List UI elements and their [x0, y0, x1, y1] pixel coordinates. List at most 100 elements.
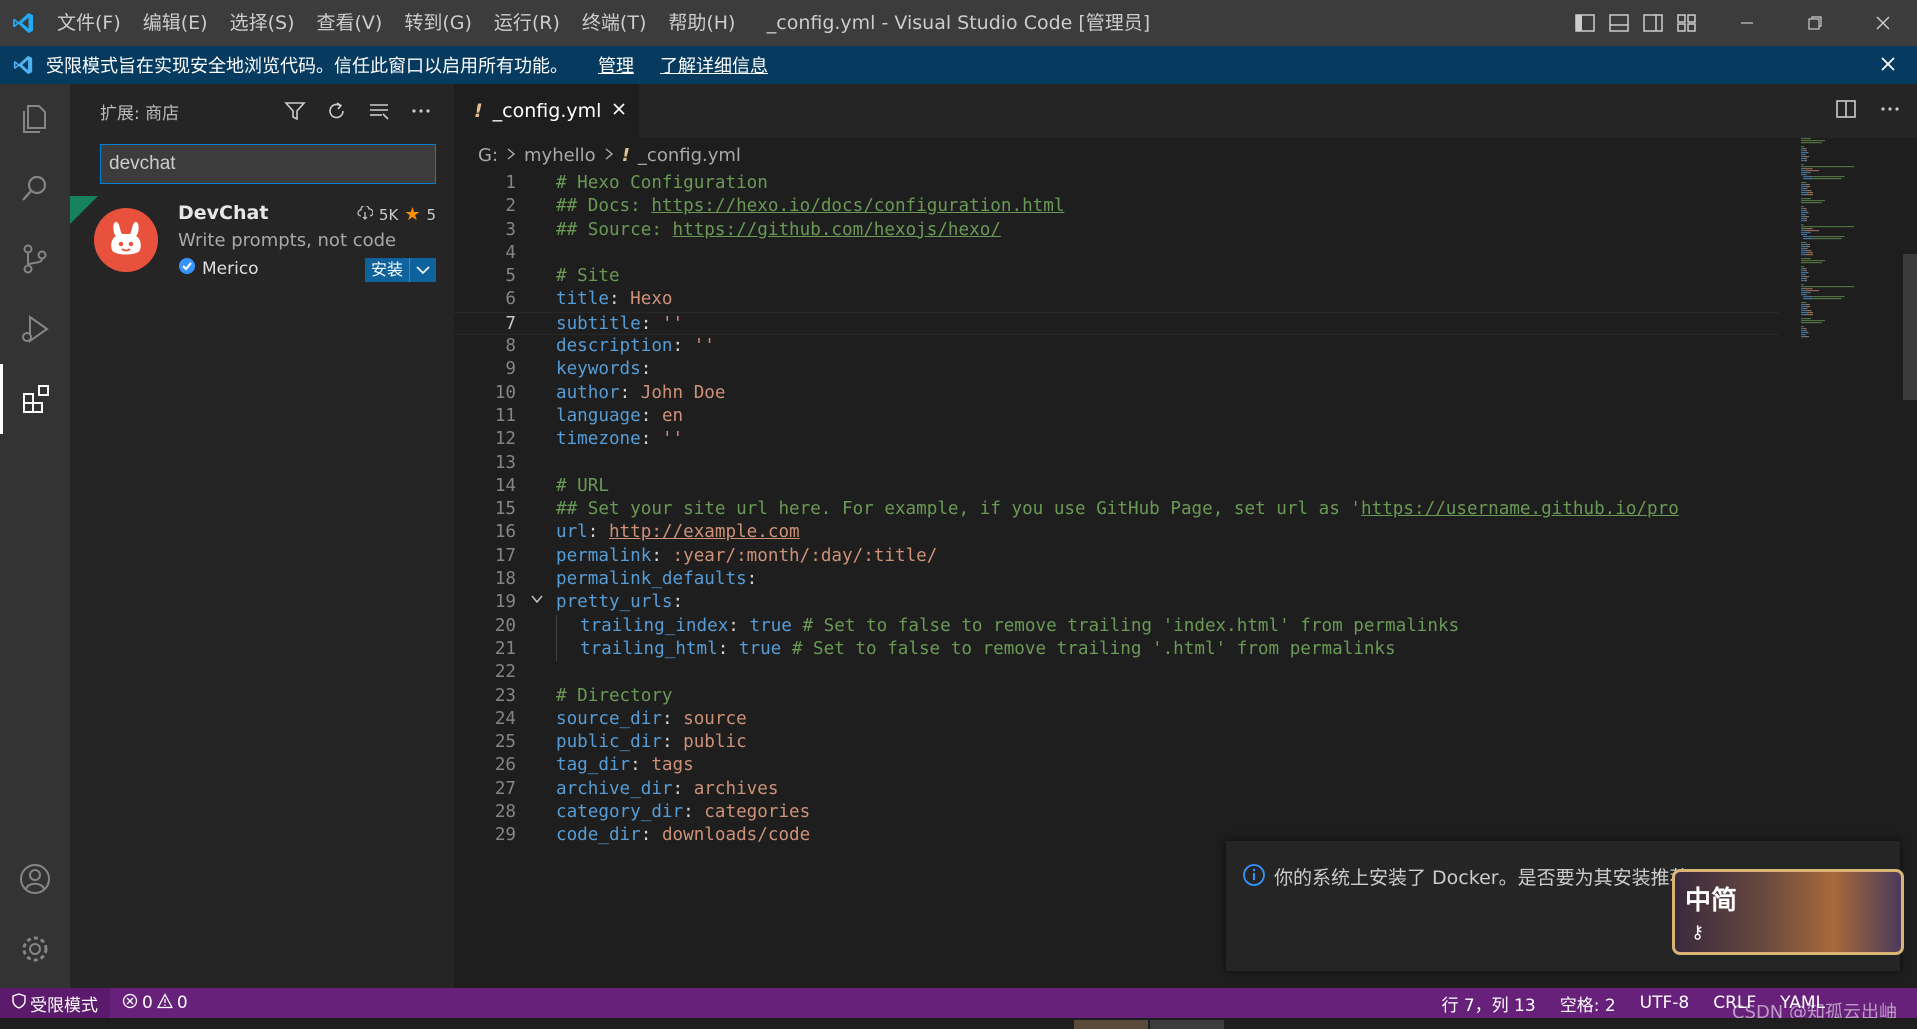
code-line[interactable]: 7 subtitle: '': [454, 311, 1779, 336]
install-label[interactable]: 安装: [365, 258, 410, 282]
settings-gear-icon[interactable]: [0, 914, 70, 984]
accounts-icon[interactable]: [0, 844, 70, 914]
code-token: :: [608, 289, 631, 310]
close-window-icon[interactable]: [1849, 0, 1917, 46]
code-line[interactable]: 1 # Hexo Configuration: [454, 172, 1779, 195]
breadcrumb-file[interactable]: _config.yml: [638, 145, 741, 166]
menu-go[interactable]: 转到(G): [393, 0, 483, 46]
install-dropdown-icon[interactable]: [410, 265, 436, 275]
banner-close-icon[interactable]: [1877, 53, 1899, 80]
code-text: permalink: :year/:month/:day/:title/: [556, 545, 937, 568]
code-line[interactable]: 19 pretty_urls:: [454, 591, 1779, 614]
minimize-icon[interactable]: [1713, 0, 1781, 46]
code-line[interactable]: 20 trailing_index: true # Set to false to…: [454, 614, 1779, 638]
code-line[interactable]: 12 timezone: '': [454, 428, 1779, 451]
minimap-line: [1807, 306, 1810, 308]
code-line[interactable]: 9 keywords:: [454, 358, 1779, 381]
minimap-line: [1805, 230, 1807, 232]
explorer-icon[interactable]: [0, 84, 70, 154]
code-text: trailing_html: true # Set to false to re…: [556, 637, 1396, 662]
run-debug-icon[interactable]: [0, 294, 70, 364]
minimap-line: [1801, 194, 1805, 196]
code-line[interactable]: 11 language: en: [454, 405, 1779, 428]
banner-learn-more-link[interactable]: 了解详细信息: [660, 52, 768, 78]
code-text: code_dir: downloads/code: [556, 824, 810, 847]
code-line[interactable]: 13: [454, 452, 1779, 475]
fold-chevron-icon[interactable]: [530, 591, 544, 614]
filter-icon[interactable]: [282, 98, 308, 124]
code-line[interactable]: 4: [454, 242, 1779, 265]
encoding-status[interactable]: UTF-8: [1628, 988, 1702, 1018]
code-line[interactable]: 15 ## Set your site url here. For example…: [454, 498, 1779, 521]
tab-config-yml[interactable]: ! _config.yml: [454, 84, 640, 138]
code-line[interactable]: 10 author: John Doe: [454, 382, 1779, 405]
menu-help[interactable]: 帮助(H): [657, 0, 746, 46]
code-token: :: [640, 825, 662, 846]
search-icon[interactable]: [0, 154, 70, 224]
tab-close-icon[interactable]: [611, 100, 627, 122]
code-line[interactable]: 22: [454, 661, 1779, 684]
line-number: 5: [505, 266, 516, 287]
minimap-line: [1801, 150, 1805, 152]
problems-status[interactable]: 0 0: [110, 988, 200, 1018]
ime-skin-popup[interactable]: 中简 ⚷: [1672, 829, 1908, 955]
toggle-secondary-sidebar-icon[interactable]: [1641, 11, 1665, 35]
code-line[interactable]: 27 archive_dir: archives: [454, 778, 1779, 801]
editor-more-icon[interactable]: [1879, 98, 1901, 124]
source-control-icon[interactable]: [0, 224, 70, 294]
menu-selection[interactable]: 选择(S): [219, 0, 306, 46]
toggle-primary-sidebar-icon[interactable]: [1573, 11, 1597, 35]
indentation-status[interactable]: 空格: 2: [1548, 988, 1628, 1018]
restore-icon[interactable]: [1781, 0, 1849, 46]
code-line[interactable]: 2 ## Docs: https://hexo.io/docs/configura…: [454, 195, 1779, 218]
minimap-line: [1805, 274, 1806, 276]
minimap-line: [1805, 336, 1809, 338]
code-line[interactable]: 8 description: '': [454, 335, 1779, 358]
menu-edit[interactable]: 编辑(E): [132, 0, 219, 46]
code-line[interactable]: 28 category_dir: categories: [454, 801, 1779, 824]
extension-search-input[interactable]: [100, 144, 436, 184]
minimap-line: [1801, 304, 1806, 306]
minimap-line: [1806, 304, 1807, 306]
banner-manage-link[interactable]: 管理: [598, 52, 634, 78]
clear-results-icon[interactable]: [366, 98, 392, 124]
install-button[interactable]: 安装: [364, 258, 436, 282]
code-line[interactable]: 25 public_dir: public: [454, 731, 1779, 754]
code-line[interactable]: 16 url: http://example.com: [454, 521, 1779, 544]
scroll-thumb[interactable]: [1903, 254, 1917, 400]
refresh-icon[interactable]: [324, 98, 350, 124]
menu-view[interactable]: 查看(V): [306, 0, 394, 46]
code-line[interactable]: 24 source_dir: source: [454, 708, 1779, 731]
menu-file[interactable]: 文件(F): [46, 0, 132, 46]
minimap-line: [1801, 312, 1807, 314]
minimap-line: [1804, 156, 1805, 158]
code-line[interactable]: 23 # Directory: [454, 685, 1779, 708]
minimap-line: [1806, 254, 1813, 256]
code-line[interactable]: 18 permalink_defaults:: [454, 568, 1779, 591]
customize-layout-icon[interactable]: [1675, 11, 1699, 35]
breadcrumb-folder[interactable]: myhello: [524, 145, 596, 166]
minimap-line: [1801, 232, 1810, 234]
code-line[interactable]: 5 # Site: [454, 265, 1779, 288]
code-line[interactable]: 6 title: Hexo: [454, 288, 1779, 311]
line-number: 1: [505, 173, 516, 193]
code-line[interactable]: 14 # URL: [454, 475, 1779, 498]
minimap-line: [1803, 208, 1805, 210]
toggle-panel-icon[interactable]: [1607, 11, 1631, 35]
minimap-line: [1810, 172, 1811, 174]
more-actions-icon[interactable]: [408, 98, 434, 124]
restricted-mode-status[interactable]: 受限模式: [0, 988, 110, 1018]
code-line[interactable]: 21 trailing_html: true # Set to false to …: [454, 637, 1779, 662]
code-line[interactable]: 26 tag_dir: tags: [454, 754, 1779, 777]
extension-list-item[interactable]: DevChat 5K ★ 5 Write prompts, not code M…: [70, 196, 454, 284]
code-line[interactable]: 17 permalink: :year/:month/:day/:title/: [454, 545, 1779, 568]
menu-terminal[interactable]: 终端(T): [571, 0, 657, 46]
minimap-line: [1807, 244, 1810, 246]
cursor-position[interactable]: 行 7，列 13: [1429, 988, 1547, 1018]
code-line[interactable]: 3 ## Source: https://github.com/hexojs/he…: [454, 219, 1779, 242]
breadcrumb-drive[interactable]: G:: [478, 145, 498, 166]
menu-run[interactable]: 运行(R): [483, 0, 571, 46]
code-token: https://github.com/hexojs/hexo/: [672, 219, 1001, 240]
split-editor-icon[interactable]: [1835, 98, 1857, 124]
extensions-icon[interactable]: [0, 364, 70, 434]
